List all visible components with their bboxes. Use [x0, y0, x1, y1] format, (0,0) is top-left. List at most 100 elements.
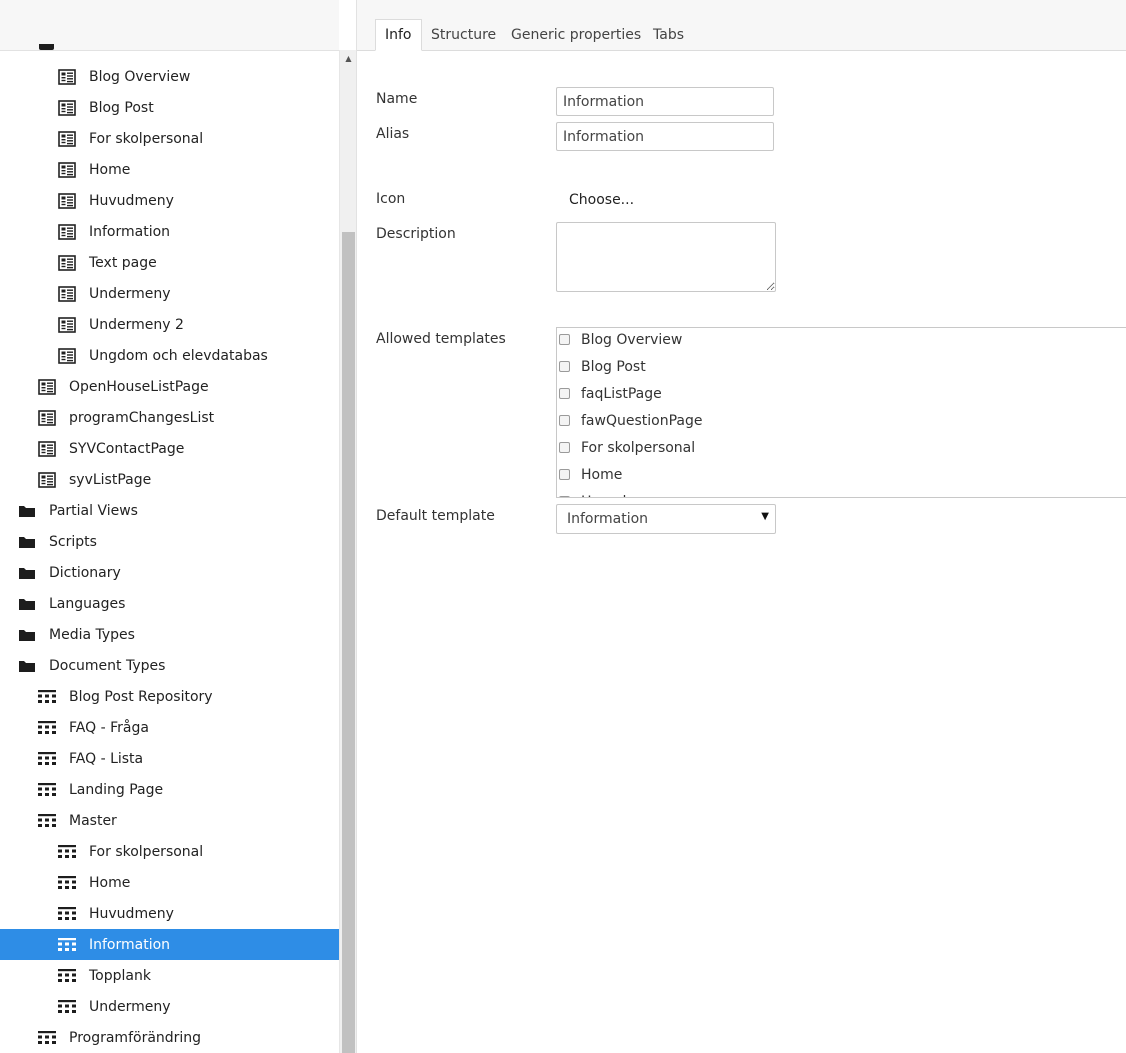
- tree-item[interactable]: Blog Post: [0, 92, 339, 123]
- allowed-templates-label: Allowed templates: [376, 331, 506, 347]
- template-option[interactable]: Huvudmeny: [557, 488, 666, 497]
- template-icon: [58, 130, 76, 147]
- template-checkbox[interactable]: [559, 442, 570, 453]
- tree-item[interactable]: Home: [0, 154, 339, 185]
- tree-item[interactable]: Blog Post Repository: [0, 681, 339, 712]
- tree-item[interactable]: Programförändring: [0, 1022, 339, 1053]
- template-option[interactable]: fawQuestionPage: [557, 407, 702, 434]
- tree-item[interactable]: Blog Overview: [0, 61, 339, 92]
- tree-item-label: Information: [89, 223, 171, 240]
- tree-item[interactable]: FAQ - Lista: [0, 743, 339, 774]
- tree-item[interactable]: Document Types: [0, 650, 339, 681]
- document-type-icon: [58, 906, 76, 922]
- document-type-icon: [58, 844, 76, 860]
- tree-item-label: Topplank: [89, 967, 151, 984]
- template-option-label: Blog Post: [581, 358, 646, 375]
- tab-info[interactable]: Info: [375, 19, 422, 51]
- alias-input[interactable]: [556, 122, 774, 151]
- folder-icon: [18, 565, 36, 581]
- tree-item[interactable]: Undermeny: [0, 991, 339, 1022]
- template-icon: [58, 192, 76, 209]
- template-option-label: faqListPage: [581, 385, 662, 402]
- folder-icon: [18, 627, 36, 643]
- tree-item[interactable]: SYVContactPage: [0, 433, 339, 464]
- content-tree: Blog Overview Blog Post For skolpersonal Ho…: [0, 0, 339, 1053]
- document-type-icon: [38, 720, 56, 736]
- document-type-icon: [38, 782, 56, 798]
- tree-item[interactable]: Languages: [0, 588, 339, 619]
- tab-bar: Info Structure Generic properties Tabs: [357, 0, 1126, 51]
- tree-item[interactable]: Huvudmeny: [0, 185, 339, 216]
- default-template-select[interactable]: Information ▼: [556, 504, 776, 534]
- tree-item[interactable]: For skolpersonal: [0, 123, 339, 154]
- tree-item[interactable]: Information: [0, 929, 339, 960]
- template-option-label: Home: [581, 466, 623, 483]
- template-option[interactable]: For skolpersonal: [557, 434, 695, 461]
- template-option[interactable]: Blog Overview: [557, 328, 682, 353]
- template-icon: [58, 316, 76, 333]
- tab-generic-properties[interactable]: Generic properties: [502, 20, 650, 50]
- tab-structure[interactable]: Structure: [422, 20, 505, 50]
- tree-item[interactable]: programChangesList: [0, 402, 339, 433]
- document-type-icon: [38, 813, 56, 829]
- template-checkbox[interactable]: [559, 334, 570, 345]
- tree-item[interactable]: Undermeny 2: [0, 309, 339, 340]
- template-option-label: For skolpersonal: [581, 439, 696, 456]
- document-type-icon: [58, 875, 76, 891]
- document-type-icon: [58, 937, 76, 953]
- tree-item[interactable]: syvListPage: [0, 464, 339, 495]
- tree-item[interactable]: Ungdom och elevdatabas: [0, 340, 339, 371]
- template-icon: [58, 68, 76, 85]
- template-checkbox[interactable]: [559, 361, 570, 372]
- template-icon: [38, 440, 56, 457]
- scrollbar-thumb[interactable]: [342, 232, 355, 1053]
- name-input[interactable]: [556, 87, 774, 116]
- template-option[interactable]: Home: [557, 461, 622, 488]
- tab-tabs[interactable]: Tabs: [644, 20, 693, 50]
- template-checkbox[interactable]: [559, 388, 570, 399]
- template-icon: [38, 378, 56, 395]
- tree-item[interactable]: Text page: [0, 247, 339, 278]
- tree-item[interactable]: Home: [0, 867, 339, 898]
- tree-item-label: programChangesList: [69, 409, 215, 426]
- tree-item-label: Blog Overview: [89, 68, 191, 85]
- tree-item[interactable]: FAQ - Fråga: [0, 712, 339, 743]
- tree-item[interactable]: For skolpersonal: [0, 836, 339, 867]
- template-checkbox[interactable]: [559, 415, 570, 426]
- allowed-templates-list[interactable]: Blog Overview Blog Post faqListPage fawQues…: [556, 327, 1126, 498]
- tree-item-label: SYVContactPage: [69, 440, 185, 457]
- tree-scrollbar[interactable]: ▲: [339, 50, 357, 1053]
- name-label: Name: [376, 91, 418, 107]
- template-icon: [58, 99, 76, 116]
- folder-icon: [18, 534, 36, 550]
- template-checkbox[interactable]: [559, 496, 570, 497]
- scroll-up-arrow-icon[interactable]: ▲: [340, 50, 357, 67]
- tree-item-label: Information: [89, 936, 171, 953]
- tree-item[interactable]: OpenHouseListPage: [0, 371, 339, 402]
- template-icon: [58, 223, 76, 240]
- template-option[interactable]: Blog Post: [557, 353, 646, 380]
- tree-item[interactable]: Information: [0, 216, 339, 247]
- tree-item-label: FAQ - Fråga: [69, 719, 149, 736]
- tree-item[interactable]: Undermeny: [0, 278, 339, 309]
- tree-item-label: Blog Post: [89, 99, 154, 116]
- tree-item-label: Undermeny: [89, 285, 171, 302]
- editor-panel: Info Structure Generic properties Tabs N…: [357, 0, 1126, 1053]
- choose-icon-link[interactable]: Choose...: [569, 192, 634, 208]
- description-textarea[interactable]: [556, 222, 776, 292]
- tree-item[interactable]: Master: [0, 805, 339, 836]
- tree-item[interactable]: Landing Page: [0, 774, 339, 805]
- tree-item[interactable]: Dictionary: [0, 557, 339, 588]
- tree-item-label: Huvudmeny: [89, 905, 174, 922]
- tree-item-label: Ungdom och elevdatabas: [89, 347, 268, 364]
- template-option-label: fawQuestionPage: [581, 412, 703, 429]
- template-option[interactable]: faqListPage: [557, 380, 662, 407]
- tree-item[interactable]: Huvudmeny: [0, 898, 339, 929]
- template-checkbox[interactable]: [559, 469, 570, 480]
- tree-item[interactable]: Topplank: [0, 960, 339, 991]
- tree-item-label: Home: [89, 161, 131, 178]
- tree-header: [0, 0, 339, 51]
- tree-item[interactable]: Scripts: [0, 526, 339, 557]
- tree-item[interactable]: Partial Views: [0, 495, 339, 526]
- tree-item[interactable]: Media Types: [0, 619, 339, 650]
